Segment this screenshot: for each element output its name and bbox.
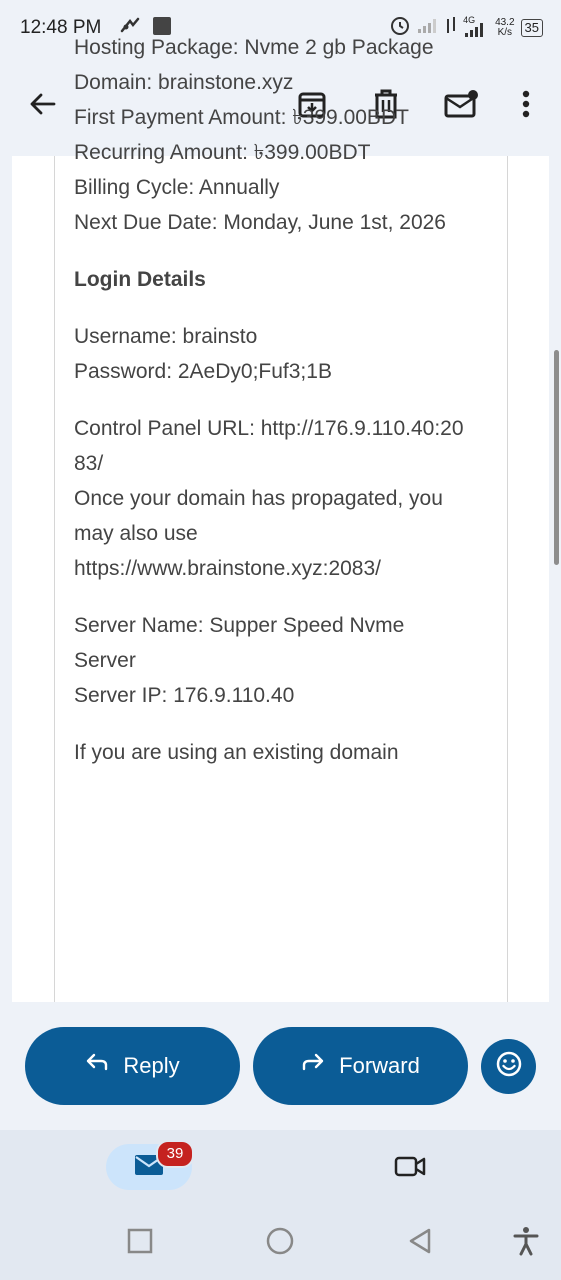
accessibility-button[interactable]	[511, 1226, 541, 1261]
billing-cycle-line: Billing Cycle: Annually	[74, 176, 280, 199]
scrollbar[interactable]	[554, 350, 559, 565]
recurring-amount-line: Recurring Amount: ৳399.00BDT	[74, 141, 371, 164]
username-line: Username: brainsto	[74, 325, 258, 348]
reply-icon	[85, 1053, 109, 1079]
battery-indicator: 35	[520, 19, 543, 37]
back-nav-button[interactable]	[405, 1228, 435, 1258]
network-4g-icon: 4G	[463, 15, 489, 39]
smiley-icon	[495, 1050, 523, 1083]
existing-domain-paragraph: If you are using an existing domain	[74, 735, 464, 770]
password-line: Password: 2AeDy0;Fuf3;1B	[74, 360, 332, 383]
first-payment-line: First Payment Amount: ৳399.00BDT	[74, 106, 409, 129]
recents-button[interactable]	[125, 1228, 155, 1258]
domain-line: Domain: brainstone.xyz	[74, 71, 294, 94]
square-icon	[127, 1228, 153, 1259]
server-paragraph: Server Name: Supper Speed Nvme Server Se…	[74, 608, 464, 713]
control-panel-url-line[interactable]: Control Panel URL: http://176.9.110.40:2…	[74, 417, 464, 475]
control-panel-paragraph: Control Panel URL: http://176.9.110.40:2…	[74, 411, 464, 586]
reply-button[interactable]: Reply	[25, 1027, 240, 1105]
back-arrow-icon	[28, 90, 56, 123]
triangle-back-icon	[407, 1227, 433, 1260]
circle-icon	[265, 1226, 295, 1261]
reply-action-bar: Reply Forward	[0, 1002, 561, 1130]
email-text: Hosting Package: Nvme 2 gb Package Domai…	[74, 30, 464, 792]
bottom-navigation: 39	[0, 1130, 561, 1210]
forward-button[interactable]: Forward	[253, 1027, 468, 1105]
next-due-date-line: Next Due Date: Monday, June 1st, 2026	[74, 211, 446, 234]
server-ip-line: Server IP: 176.9.110.40	[74, 684, 295, 707]
order-details-paragraph: Hosting Package: Nvme 2 gb Package Domai…	[74, 30, 464, 240]
back-button[interactable]	[24, 88, 60, 124]
meet-tab[interactable]	[393, 1152, 429, 1182]
credentials-paragraph: Username: brainsto Password: 2AeDy0;Fuf3…	[74, 319, 464, 389]
network-speed: 43.2 K/s	[495, 17, 515, 38]
emoji-reaction-button[interactable]	[481, 1039, 536, 1094]
forward-icon	[301, 1053, 325, 1079]
hosting-package-line: Hosting Package: Nvme 2 gb Package	[74, 36, 434, 59]
login-details-heading: Login Details	[74, 268, 206, 291]
system-navigation-bar	[0, 1210, 561, 1280]
server-name-line: Server Name: Supper Speed Nvme Server	[74, 614, 405, 672]
forward-label: Forward	[339, 1053, 420, 1078]
home-button[interactable]	[265, 1226, 295, 1261]
reply-label: Reply	[123, 1053, 180, 1078]
more-options-button[interactable]	[508, 88, 544, 124]
more-vert-icon	[521, 89, 531, 124]
video-camera-icon	[393, 1156, 427, 1184]
existing-domain-line: If you are using an existing domain	[74, 741, 399, 764]
accessibility-icon	[513, 1226, 539, 1261]
propagated-domain-line[interactable]: Once your domain has propagated, you may…	[74, 487, 443, 580]
unread-count-badge: 39	[156, 1140, 194, 1168]
